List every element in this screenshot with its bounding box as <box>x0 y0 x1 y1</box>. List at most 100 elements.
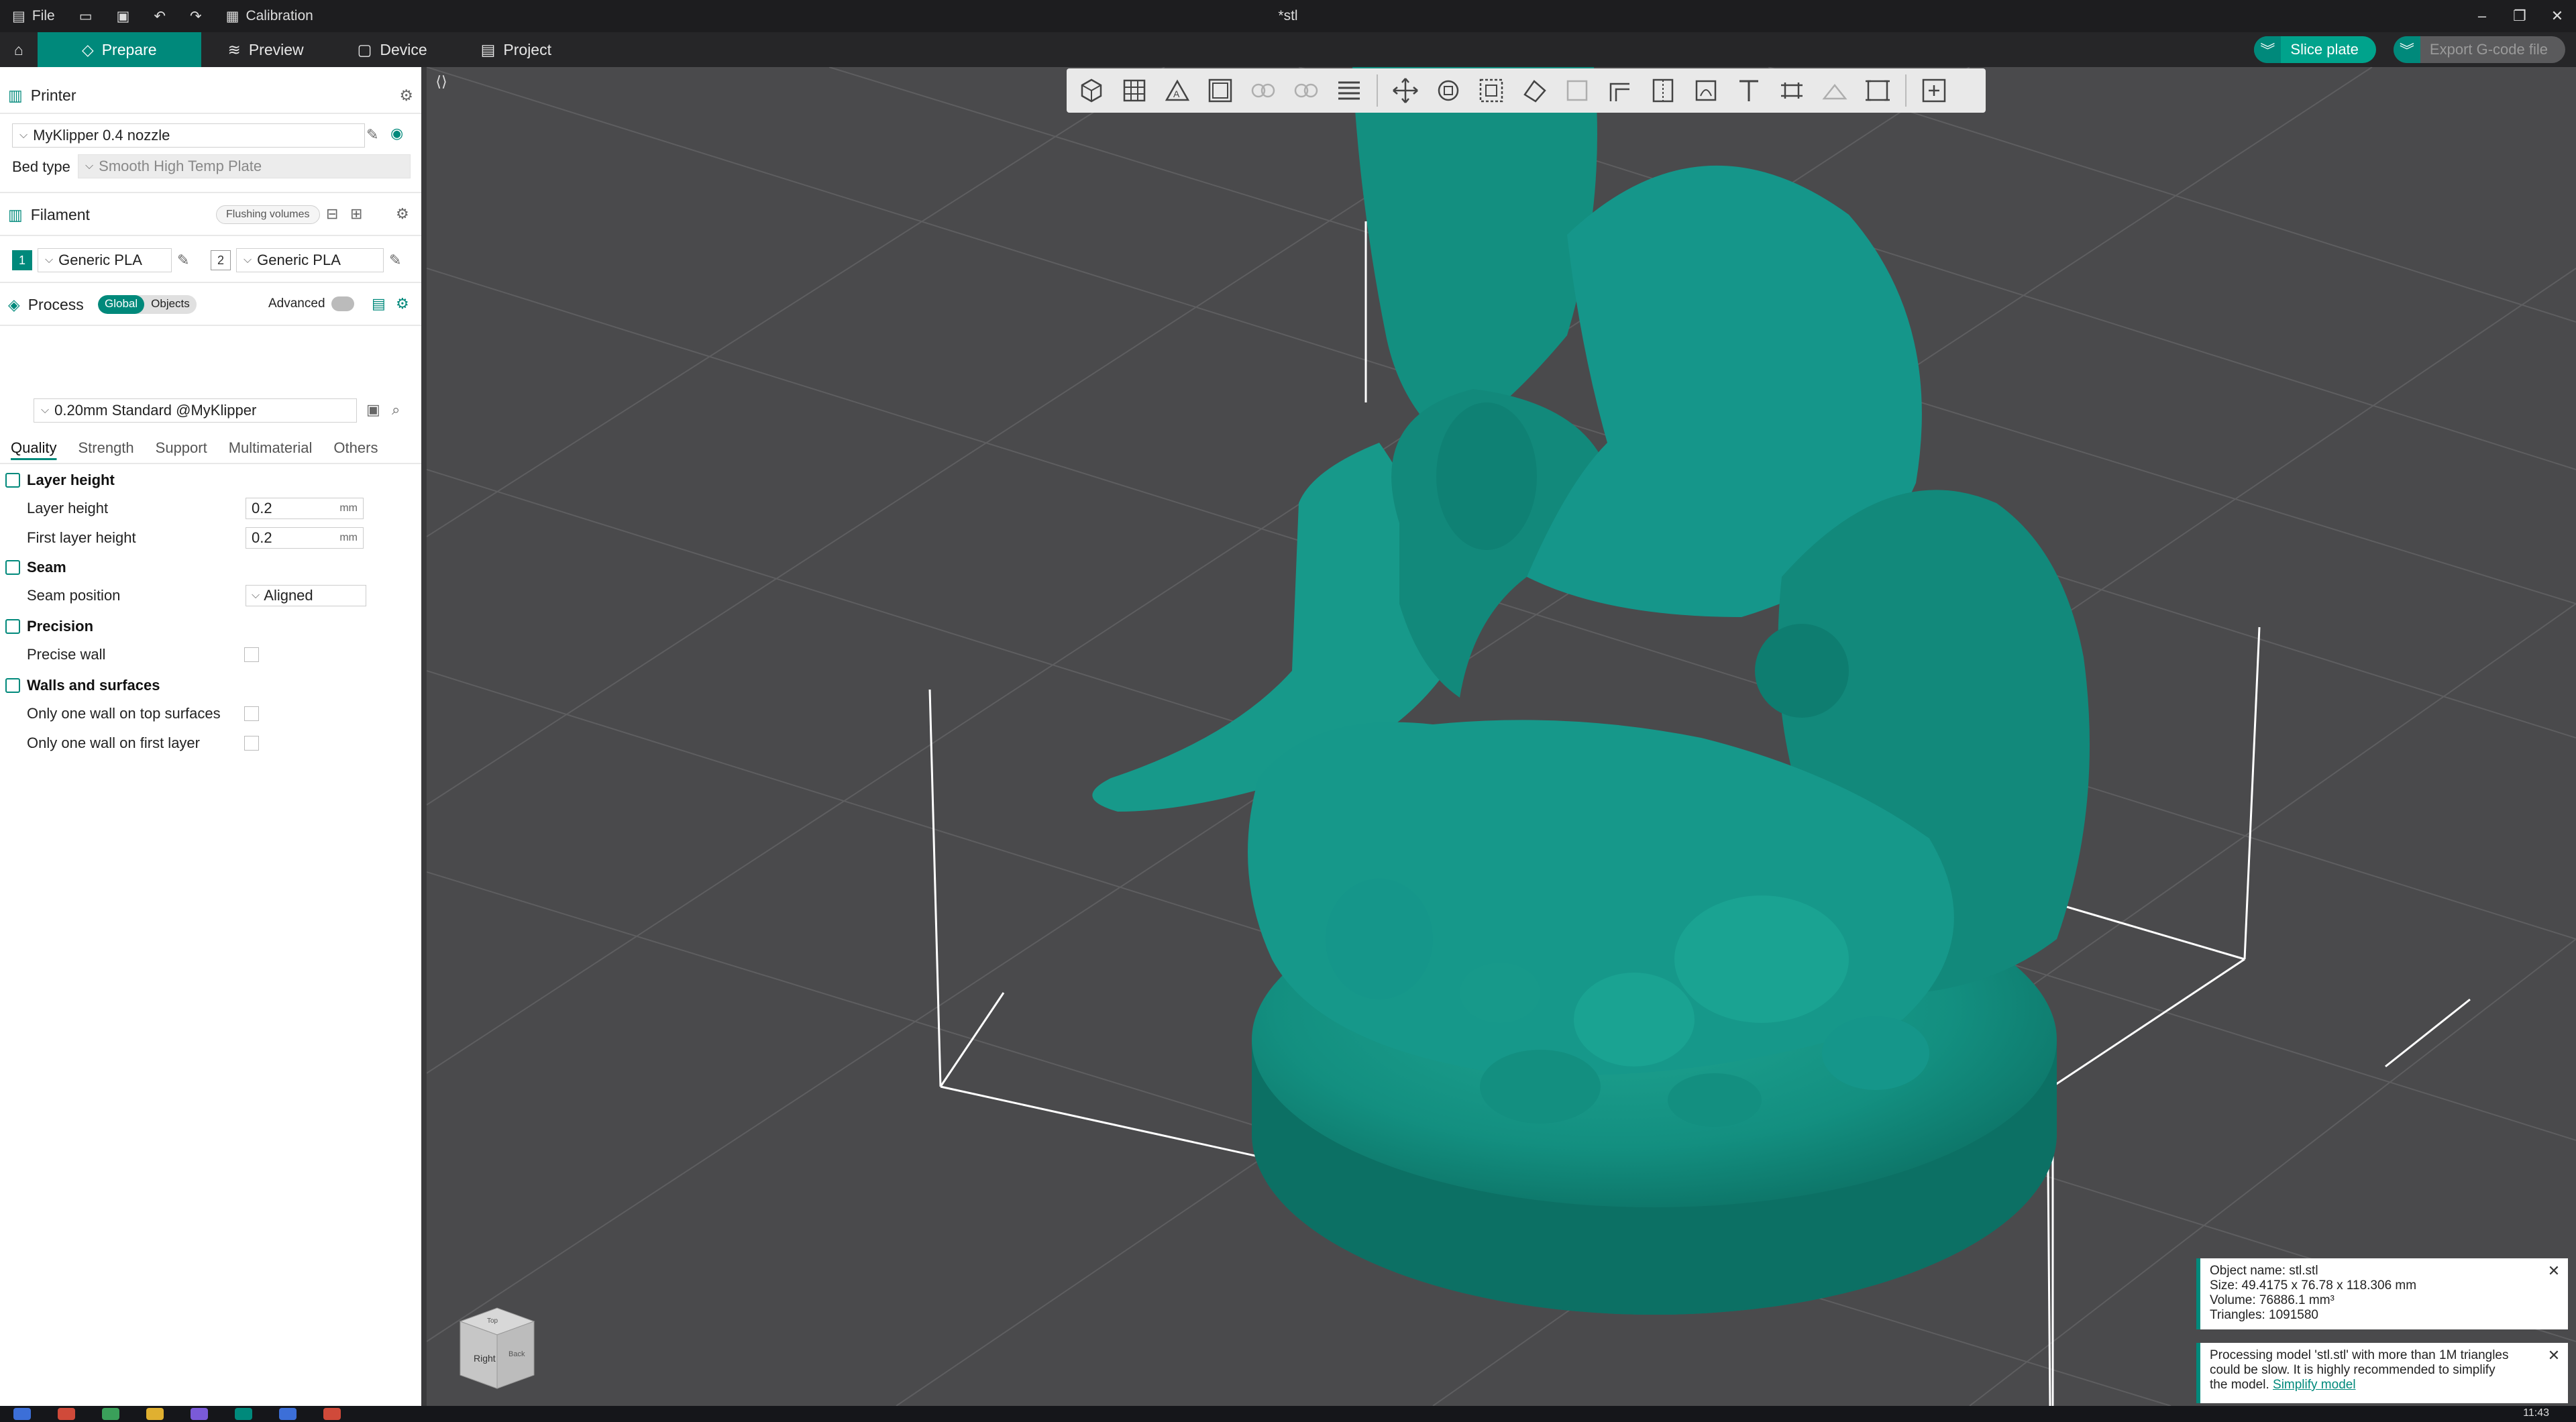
app-icon[interactable] <box>146 1408 164 1420</box>
tab-preview[interactable]: ≋ Preview <box>201 32 331 67</box>
one-wall-first-checkbox[interactable] <box>244 736 259 751</box>
cube-face-back[interactable]: Back <box>508 1350 525 1358</box>
scale-icon[interactable] <box>1472 72 1511 109</box>
edit-icon[interactable]: ✎ <box>177 252 189 269</box>
app-icon[interactable] <box>191 1408 208 1420</box>
home-icon[interactable]: ⌂ <box>0 32 38 67</box>
filament-select-1[interactable]: ⌵ Generic PLA <box>38 248 172 272</box>
close-icon[interactable]: ✕ <box>2546 1264 2561 1278</box>
seam-position-select[interactable]: ⌵ Aligned <box>246 585 366 606</box>
tab-multimaterial[interactable]: Multimaterial <box>218 433 323 463</box>
filament-select-2[interactable]: ⌵ Generic PLA <box>236 248 384 272</box>
process-preset-select[interactable]: ⌵ 0.20mm Standard @MyKlipper <box>34 398 357 423</box>
undo-button[interactable]: ↶ <box>142 0 178 32</box>
seam-position-row: Seam position ⌵ Aligned <box>27 582 416 609</box>
auto-orient-icon[interactable]: A <box>1158 72 1197 109</box>
close-icon[interactable]: ✕ <box>2546 1348 2561 1363</box>
compare-icon[interactable]: ▤ <box>372 295 386 313</box>
tab-support[interactable]: Support <box>145 433 218 463</box>
layer-height-input[interactable]: 0.2 mm <box>246 498 364 519</box>
app-icon[interactable] <box>58 1408 75 1420</box>
first-layer-height-input[interactable]: 0.2 mm <box>246 527 364 549</box>
precise-wall-checkbox[interactable] <box>244 647 259 662</box>
text-icon[interactable] <box>1729 72 1768 109</box>
objects-option[interactable]: Objects <box>144 295 197 314</box>
3d-viewport[interactable]: Right Back Top <box>427 67 2576 1406</box>
app-icon[interactable] <box>279 1408 297 1420</box>
first-layer-height-unit: mm <box>339 532 358 543</box>
move-icon[interactable] <box>1386 72 1425 109</box>
assembly-view-icon[interactable] <box>1915 72 1953 109</box>
bed-type-select[interactable]: ⌵ Smooth High Temp Plate <box>78 154 411 178</box>
one-wall-top-checkbox[interactable] <box>244 706 259 721</box>
tab-strength[interactable]: Strength <box>67 433 144 463</box>
save-button[interactable]: ▣ <box>105 0 142 32</box>
open-project-button[interactable]: ▭ <box>67 0 105 32</box>
slice-plate-button[interactable]: ︾ Slice plate <box>2254 36 2376 63</box>
settings-sliders-icon[interactable]: ⚙ <box>396 205 409 223</box>
tab-device[interactable]: ▢ Device <box>331 32 454 67</box>
tab-quality[interactable]: Quality <box>0 433 67 463</box>
redo-icon: ↷ <box>189 8 202 24</box>
seam-painting-icon[interactable] <box>1644 72 1682 109</box>
filament-slot-2[interactable]: 2 ⌵ Generic PLA ✎ <box>211 248 401 272</box>
build-plate-scene[interactable] <box>427 67 2576 1406</box>
measure-icon[interactable] <box>1772 72 1811 109</box>
simplify-model-link[interactable]: Simplify model <box>2273 1378 2356 1392</box>
advanced-toggle[interactable] <box>331 296 354 311</box>
tab-project[interactable]: ▤ Project <box>454 32 578 67</box>
app-icon[interactable] <box>235 1408 252 1420</box>
support-painting-icon[interactable] <box>1601 72 1640 109</box>
tab-others[interactable]: Others <box>323 433 388 463</box>
simplify-warning-panel: Processing model 'stl.stl' with more tha… <box>2196 1343 2568 1403</box>
arrange-icon[interactable] <box>1201 72 1240 109</box>
cube-face-top[interactable]: Top <box>487 1317 498 1325</box>
restore-icon[interactable]: ❐ <box>2501 0 2538 32</box>
object-triangles-text: Triangles: 1091580 <box>2210 1308 2318 1322</box>
rotate-icon[interactable] <box>1429 72 1468 109</box>
settings-sliders-icon[interactable]: ⚙ <box>399 87 413 105</box>
cut-icon[interactable] <box>1558 72 1597 109</box>
collapse-sidebar-icon[interactable]: ⟨⟩ <box>428 70 455 94</box>
search-icon[interactable]: ⌕ <box>392 401 400 419</box>
split-parts-icon[interactable] <box>1287 72 1326 109</box>
settings-sidebar: ▥ Printer ⚙ ⌵ MyKlipper 0.4 nozzle ✎ ◉ B… <box>0 67 427 1406</box>
seam-group: Seam <box>0 554 66 581</box>
calibration-menu[interactable]: ▦ Calibration <box>214 0 325 32</box>
save-icon[interactable]: ▣ <box>366 401 380 419</box>
remove-filament-icon[interactable]: ⊟ <box>326 205 338 223</box>
fit-view-icon[interactable] <box>1858 72 1897 109</box>
add-plate-icon[interactable] <box>1115 72 1154 109</box>
3d-model[interactable] <box>1092 67 2090 1315</box>
chevron-down-icon[interactable]: ︾ <box>2254 36 2282 63</box>
settings-sliders-icon[interactable]: ⚙ <box>396 295 409 313</box>
global-option[interactable]: Global <box>98 295 145 314</box>
variable-layer-height-icon[interactable] <box>1330 72 1368 109</box>
redo-button[interactable]: ↷ <box>178 0 214 32</box>
minimize-icon[interactable]: – <box>2463 0 2501 32</box>
filament-slot-1[interactable]: 1 ⌵ Generic PLA ✎ <box>12 248 189 272</box>
flushing-volumes-button[interactable]: Flushing volumes <box>216 205 320 224</box>
tab-prepare[interactable]: ◇ Prepare <box>38 32 201 67</box>
add-object-icon[interactable] <box>1072 72 1111 109</box>
export-gcode-button[interactable]: ︾ Export G-code file <box>2393 36 2565 63</box>
wifi-icon[interactable]: ◉ <box>390 125 403 142</box>
edit-icon[interactable]: ✎ <box>366 126 378 144</box>
emboss-icon[interactable] <box>1686 72 1725 109</box>
printer-select[interactable]: ⌵ MyKlipper 0.4 nozzle <box>12 123 365 148</box>
start-icon[interactable] <box>13 1408 31 1420</box>
edit-icon[interactable]: ✎ <box>389 252 401 269</box>
add-filament-icon[interactable]: ⊞ <box>350 205 362 223</box>
precision-group: Precision <box>0 613 93 640</box>
file-menu[interactable]: ▤ File <box>0 0 67 32</box>
view-navigation-cube[interactable]: Right Back Top <box>447 1295 547 1395</box>
close-icon[interactable]: ✕ <box>2538 0 2576 32</box>
split-objects-icon[interactable] <box>1244 72 1283 109</box>
global-objects-toggle[interactable]: Global Objects <box>98 295 197 314</box>
app-icon[interactable] <box>323 1408 341 1420</box>
chevron-down-icon[interactable]: ︾ <box>2393 36 2420 63</box>
cube-face-right[interactable]: Right <box>474 1353 496 1364</box>
lay-on-face-icon[interactable] <box>1515 72 1554 109</box>
assembly-icon[interactable] <box>1815 72 1854 109</box>
app-icon[interactable] <box>102 1408 119 1420</box>
